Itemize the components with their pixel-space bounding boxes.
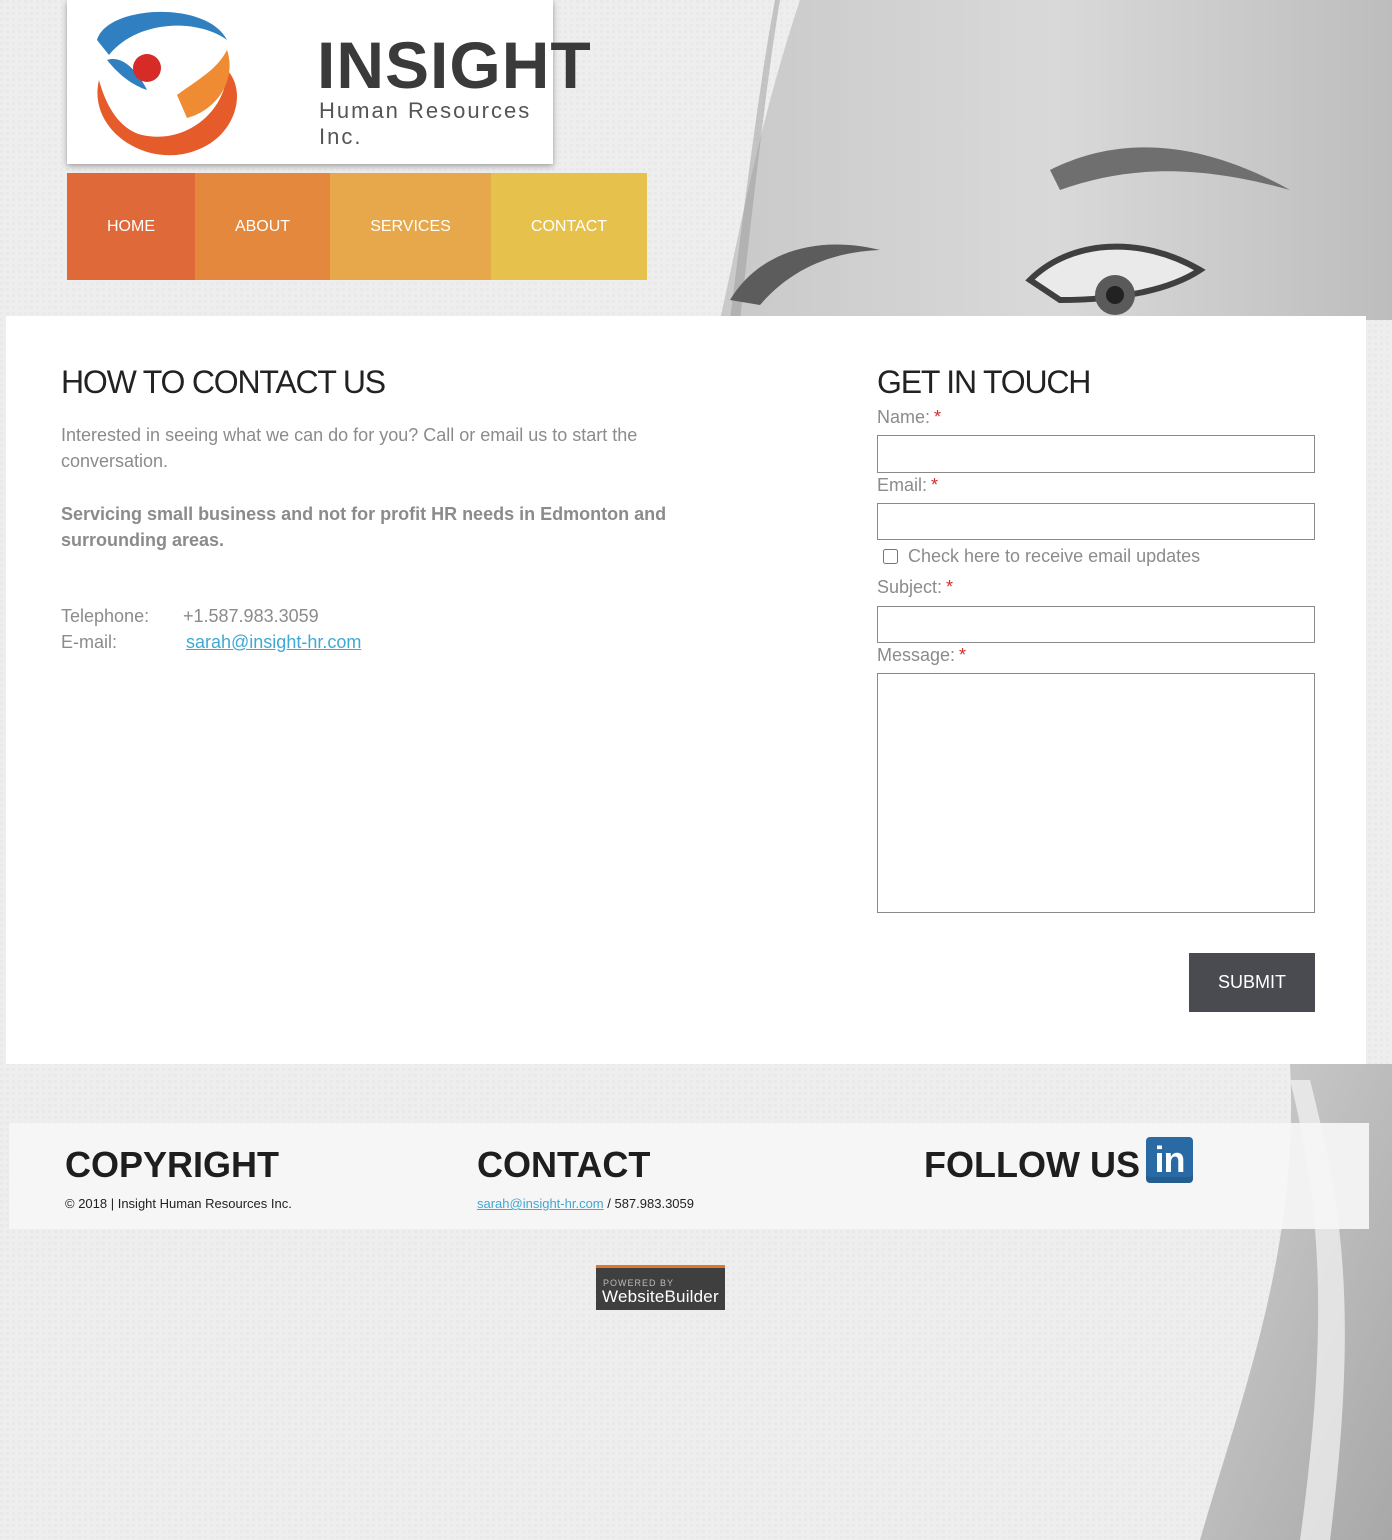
submit-button[interactable]: SUBMIT <box>1189 953 1315 1012</box>
form-heading: GET IN TOUCH <box>877 364 1091 400</box>
website-builder-label: WebsiteBuilder <box>602 1287 719 1306</box>
contact-heading: HOW TO CONTACT US <box>61 364 386 400</box>
telephone-value: +1.587.983.3059 <box>183 606 319 626</box>
email-label: E-mail: <box>61 632 118 652</box>
follow-heading: FOLLOW US <box>924 1144 1140 1185</box>
name-label: Name: * <box>877 407 941 428</box>
main-nav: HOME ABOUT SERVICES CONTACT <box>67 173 647 280</box>
required-marker: * <box>946 577 954 597</box>
nav-item-home[interactable]: HOME <box>67 173 195 280</box>
required-marker: * <box>934 407 942 427</box>
email-updates-row: Check here to receive email updates <box>883 546 1200 567</box>
logo-subtitle: Human Resources Inc. <box>319 98 532 149</box>
telephone-row: Telephone: +1.587.983.3059 <box>61 606 319 627</box>
footer-contact-heading: CONTACT <box>477 1144 651 1185</box>
message-textarea[interactable] <box>877 673 1315 913</box>
nav-item-services[interactable]: SERVICES <box>330 173 491 280</box>
message-label: Message: * <box>877 645 966 666</box>
powered-by-badge[interactable]: POWERED BY WebsiteBuilder <box>596 1265 725 1310</box>
telephone-label: Telephone: <box>61 606 150 626</box>
footer-email-link[interactable]: sarah@insight-hr.com <box>477 1196 604 1211</box>
footer-phone: / 587.983.3059 <box>603 1196 694 1211</box>
subject-label: Subject: * <box>877 577 953 598</box>
footer-contact-line: sarah@insight-hr.com / 587.983.3059 <box>477 1196 694 1211</box>
email-updates-checkbox[interactable] <box>883 549 898 564</box>
email-field-label-text: Email: <box>877 475 928 495</box>
nav-item-contact[interactable]: CONTACT <box>491 173 647 280</box>
email-row: E-mail: sarah@insight-hr.com <box>61 632 361 653</box>
required-marker: * <box>931 475 939 495</box>
copyright-text: © 2018 | Insight Human Resources Inc. <box>65 1196 292 1211</box>
logo[interactable]: INSIGHT Human Resources Inc. <box>67 0 591 164</box>
email-link[interactable]: sarah@insight-hr.com <box>186 632 361 653</box>
content-card: HOW TO CONTACT US Interested in seeing w… <box>6 316 1366 1064</box>
name-label-text: Name: <box>877 407 931 427</box>
intro-text: Interested in seeing what we can do for … <box>61 425 638 471</box>
subject-label-text: Subject: <box>877 577 943 597</box>
email-input[interactable] <box>877 503 1315 540</box>
footer: COPYRIGHT © 2018 | Insight Human Resourc… <box>9 1123 1369 1229</box>
copyright-heading: COPYRIGHT <box>65 1144 280 1185</box>
email-field-label: Email: * <box>877 475 938 496</box>
nav-item-about[interactable]: ABOUT <box>195 173 330 280</box>
logo-title: INSIGHT <box>317 28 592 102</box>
subject-input[interactable] <box>877 606 1315 643</box>
required-marker: * <box>959 645 967 665</box>
name-input[interactable] <box>877 435 1315 473</box>
servicing-text: Servicing small business and not for pro… <box>61 504 667 550</box>
logo-mark-icon <box>97 11 237 156</box>
linkedin-icon[interactable]: in <box>1146 1137 1193 1183</box>
message-label-text: Message: <box>877 645 956 665</box>
email-updates-label: Check here to receive email updates <box>908 546 1201 566</box>
